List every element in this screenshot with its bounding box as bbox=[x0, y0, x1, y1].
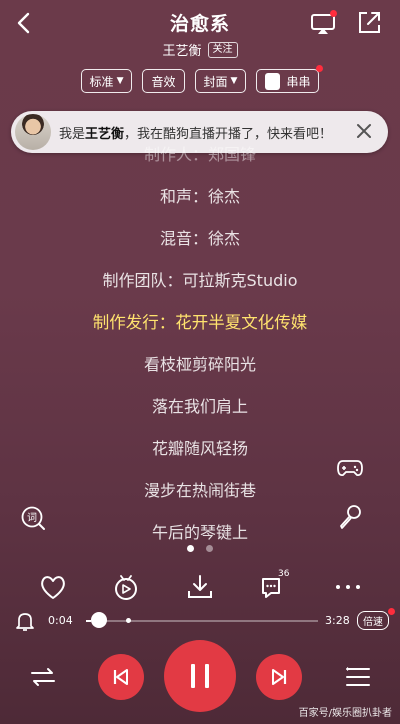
artist-name[interactable]: 王艺衡 bbox=[162, 40, 201, 59]
lyric-line[interactable]: 制作团队：可拉斯克Studio bbox=[0, 267, 400, 291]
buffer-marker bbox=[126, 618, 131, 623]
cast-red-dot bbox=[330, 10, 337, 17]
previous-icon bbox=[113, 669, 128, 685]
next-icon bbox=[272, 669, 287, 685]
notification-name: 王艺衡 bbox=[85, 126, 125, 142]
close-icon[interactable] bbox=[354, 121, 374, 141]
lyric-line[interactable]: 和声：徐杰 bbox=[0, 183, 400, 207]
pause-button[interactable] bbox=[164, 640, 236, 712]
lyric-line[interactable]: 制作人：郑国锋 bbox=[0, 141, 400, 165]
chuanchuan-button[interactable]: 串串 bbox=[256, 65, 324, 93]
page-dot-active bbox=[187, 545, 194, 552]
lyric-line[interactable]: 落在我们肩上 bbox=[0, 393, 400, 417]
page-dot bbox=[206, 545, 213, 552]
artist-row: 王艺衡 关注 bbox=[0, 40, 400, 59]
song-title: 治愈系 bbox=[169, 13, 230, 35]
heart-icon[interactable] bbox=[38, 573, 68, 601]
page-indicator bbox=[0, 545, 400, 552]
previous-button[interactable] bbox=[98, 654, 144, 700]
chevron-down-icon: ▼ bbox=[116, 76, 124, 86]
download-icon[interactable] bbox=[185, 573, 215, 601]
quality-label: 标准 bbox=[89, 74, 114, 89]
cast-icon[interactable] bbox=[310, 10, 337, 36]
lyric-line[interactable]: 混音：徐杰 bbox=[0, 225, 400, 249]
speed-red-dot bbox=[388, 608, 395, 615]
watermark: 百家号/娱乐圈扒卦者 bbox=[298, 708, 392, 719]
toggle-icon bbox=[265, 72, 281, 90]
speed-button[interactable]: 倍速 bbox=[357, 611, 389, 630]
playlist-icon[interactable] bbox=[344, 664, 372, 690]
share-icon[interactable] bbox=[356, 10, 382, 36]
chevron-down-icon: ▼ bbox=[230, 76, 238, 86]
bell-icon[interactable] bbox=[14, 610, 36, 632]
current-time: 0:04 bbox=[48, 614, 73, 627]
cover-select[interactable]: 封面 ▼ bbox=[194, 69, 247, 93]
comment-count: 36 bbox=[278, 569, 290, 579]
next-button[interactable] bbox=[256, 654, 302, 700]
lyric-line[interactable]: 看枝桠剪碎阳光 bbox=[0, 351, 400, 375]
chuanchuan-label: 串串 bbox=[286, 74, 311, 89]
pause-icon bbox=[191, 664, 209, 688]
progress-knob[interactable] bbox=[91, 612, 107, 628]
cover-label: 封面 bbox=[203, 74, 228, 89]
notification-prefix: 我是 bbox=[59, 126, 86, 142]
quality-select[interactable]: 标准 ▼ bbox=[80, 69, 133, 93]
gamepad-icon[interactable] bbox=[336, 456, 364, 480]
notification-text: 我是王艺衡，我在酷狗直播开播了，快来看吧！ bbox=[59, 123, 332, 142]
more-icon[interactable] bbox=[333, 573, 363, 601]
lyric-icon-label: 词 bbox=[27, 512, 37, 524]
effects-button[interactable]: 音效 bbox=[142, 69, 185, 93]
lyric-search-icon[interactable]: 词 bbox=[20, 505, 46, 531]
follow-button[interactable]: 关注 bbox=[207, 41, 238, 58]
microphone-icon[interactable] bbox=[336, 503, 364, 531]
effects-label: 音效 bbox=[151, 74, 176, 89]
notification-suffix: ，我在酷狗直播开播了，快来看吧！ bbox=[124, 126, 333, 142]
option-chips: 标准 ▼ 音效 封面 ▼ 串串 bbox=[0, 65, 400, 93]
lyric-line[interactable]: 漫步在热闹街巷 bbox=[0, 477, 400, 501]
lyric-line-active[interactable]: 制作发行：花开半夏文化传媒 bbox=[0, 309, 400, 333]
total-time: 3:28 bbox=[325, 614, 350, 627]
shuffle-icon[interactable] bbox=[28, 664, 58, 690]
chuanchuan-red-dot bbox=[316, 65, 324, 72]
mv-icon[interactable] bbox=[111, 573, 141, 601]
progress-track[interactable] bbox=[86, 620, 318, 622]
